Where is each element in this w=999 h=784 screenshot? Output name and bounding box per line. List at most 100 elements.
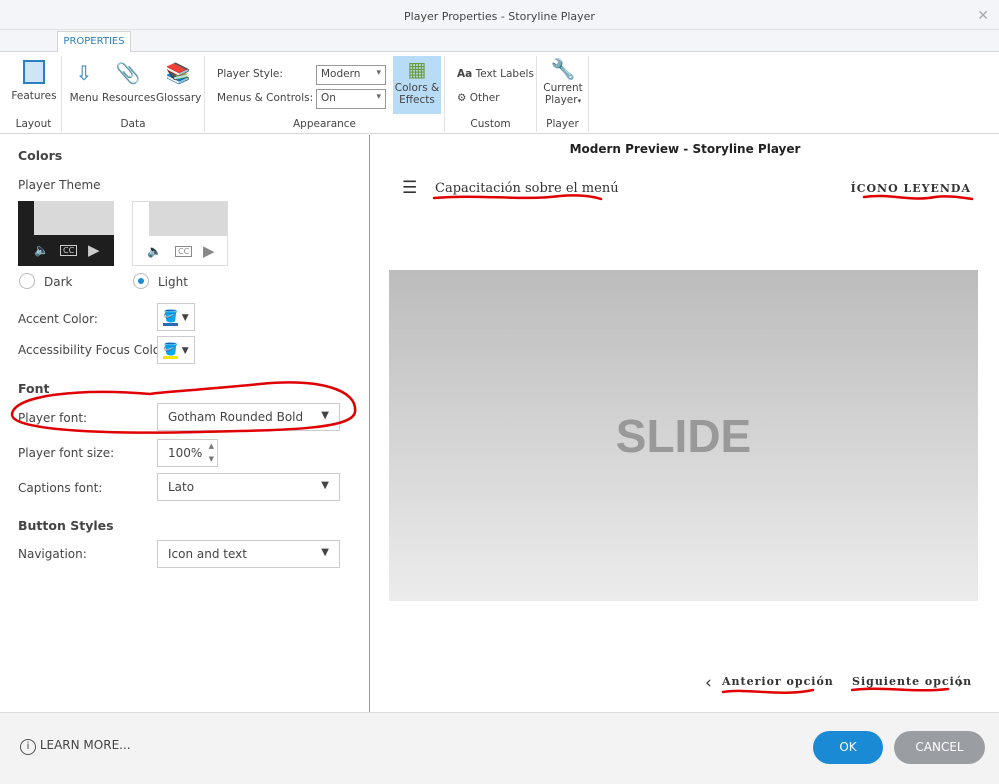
- dark-theme-thumbnail[interactable]: 🔈 CC ▶: [18, 201, 114, 266]
- current-label: Current: [543, 82, 583, 94]
- group-player: 🔧 Current Player▾ Player: [537, 56, 589, 132]
- hamburger-icon[interactable]: ☰: [402, 178, 417, 198]
- volume-icon: 🔈: [147, 244, 162, 258]
- player-style-select[interactable]: Modern: [316, 65, 386, 85]
- group-label: Appearance: [292, 118, 357, 130]
- focus-color-label: Accessibility Focus Color:: [18, 343, 169, 357]
- next-button[interactable]: Siguiente opción: [852, 675, 972, 688]
- learn-more-label: LEARN MORE...: [39, 738, 131, 752]
- menu-icon: ⇩: [75, 61, 93, 85]
- light-theme-thumbnail[interactable]: 🔈 CC ▶: [132, 201, 228, 266]
- text-labels-label: Text Labels: [475, 68, 534, 80]
- paint-bucket-icon: 🪣: [163, 342, 178, 359]
- effects-label: Effects: [399, 94, 435, 106]
- paperclip-icon: 📎: [115, 61, 141, 85]
- resources-label: Resources: [102, 92, 156, 104]
- slide-area: SLIDE: [389, 270, 978, 601]
- font-size-value: 100%: [168, 446, 203, 460]
- chevron-down-icon: ▼: [321, 547, 329, 558]
- glossary-label: Glossary: [156, 92, 202, 104]
- focus-color-picker[interactable]: 🪣 ▼: [157, 336, 195, 364]
- features-label: Features: [11, 90, 57, 102]
- navigation-dropdown[interactable]: Icon and text ▼: [157, 540, 340, 568]
- current-player-button[interactable]: 🔧 Current Player▾: [539, 56, 587, 106]
- stepper-arrows-icon[interactable]: ▲ ▼: [209, 440, 214, 466]
- group-appearance: Player Style: Modern Menus & Controls: O…: [205, 56, 445, 132]
- colors-effects-button[interactable]: ▦ Colors & Effects: [393, 56, 441, 114]
- chevron-left-icon[interactable]: ‹: [705, 673, 712, 693]
- player-label: Player: [544, 94, 578, 106]
- menu-label: Menu: [69, 92, 99, 104]
- chevron-right-icon[interactable]: ›: [957, 673, 964, 693]
- color-palette-icon: ▦: [407, 57, 427, 81]
- group-label: Layout: [15, 118, 52, 130]
- light-label: Light: [158, 275, 188, 289]
- button-styles-heading: Button Styles: [18, 518, 114, 533]
- font-size-label: Player font size:: [18, 446, 115, 460]
- dark-label: Dark: [44, 275, 73, 289]
- accent-color-picker[interactable]: 🪣 ▼: [157, 303, 195, 331]
- font-size-stepper[interactable]: 100% ▲ ▼: [157, 439, 218, 467]
- navigation-value: Icon and text: [168, 547, 247, 561]
- captions-font-value: Lato: [168, 480, 195, 494]
- tab-properties[interactable]: PROPERTIES: [57, 31, 131, 53]
- text-labels-icon: Aa: [457, 68, 473, 80]
- chevron-down-icon: ▼: [321, 480, 329, 491]
- play-icon: ▶: [88, 241, 100, 259]
- other-label: Other: [469, 92, 500, 104]
- slide-label: SLIDE: [615, 409, 752, 462]
- player-style-label: Player Style:: [217, 68, 283, 80]
- resources-button[interactable]: 📎 Resources: [102, 60, 156, 104]
- legend-button[interactable]: ÍCONO LEYENDA: [851, 182, 971, 195]
- course-title: Capacitación sobre el menú: [435, 181, 619, 196]
- group-label: Player: [546, 118, 579, 130]
- volume-icon: 🔈: [34, 243, 49, 257]
- player-wrench-icon: 🔧: [550, 57, 576, 81]
- chevron-down-icon: ▼: [321, 410, 329, 421]
- group-custom: Aa Text Labels ⚙ Other Custom: [445, 56, 537, 132]
- preview-heading: Modern Preview - Storyline Player: [569, 142, 801, 156]
- light-radio[interactable]: [133, 273, 149, 289]
- menus-controls-select[interactable]: On: [316, 89, 386, 109]
- preview-panel: Modern Preview - Storyline Player ☰ Capa…: [371, 135, 999, 712]
- play-icon: ▶: [203, 242, 215, 260]
- group-label: Custom: [470, 118, 511, 130]
- glossary-button[interactable]: 📚 Glossary: [156, 60, 202, 104]
- features-button[interactable]: Features: [10, 60, 58, 102]
- info-icon: i: [20, 739, 36, 755]
- tab-row: [0, 30, 999, 52]
- glossary-icon: 📚: [165, 61, 191, 85]
- settings-panel: Colors Player Theme 🔈 CC ▶ 🔈 CC ▶ Dark L…: [0, 135, 370, 712]
- ok-button[interactable]: OK: [813, 731, 883, 764]
- dark-radio[interactable]: [19, 273, 35, 289]
- text-labels-button[interactable]: Aa Text Labels: [457, 68, 534, 80]
- player-font-value: Gotham Rounded Bold: [168, 410, 304, 424]
- gear-icon: ⚙: [457, 92, 467, 104]
- font-heading: Font: [18, 381, 50, 396]
- paint-bucket-icon: 🪣: [163, 309, 178, 326]
- colors-heading: Colors: [18, 148, 63, 163]
- colors-label: Colors &: [394, 82, 440, 94]
- group-label: Data: [120, 118, 146, 130]
- captions-font-dropdown[interactable]: Lato ▼: [157, 473, 340, 501]
- ribbon: Features Layout ⇩ Menu 📎 Resources 📚 Glossa…: [0, 52, 999, 134]
- features-icon: [23, 60, 45, 84]
- menu-button[interactable]: ⇩ Menu: [66, 60, 102, 104]
- accent-color-label: Accent Color:: [18, 312, 98, 326]
- close-icon[interactable]: ✕: [977, 8, 989, 24]
- captions-font-label: Captions font:: [18, 481, 103, 495]
- prev-button[interactable]: Anterior opción: [722, 675, 834, 688]
- player-font-label: Player font:: [18, 411, 88, 425]
- group-layout: Features Layout: [6, 56, 62, 132]
- footer: i LEARN MORE... OK CANCEL: [0, 712, 999, 784]
- player-font-dropdown[interactable]: Gotham Rounded Bold ▼: [157, 403, 340, 431]
- chevron-down-icon: ▾: [577, 97, 582, 105]
- cancel-button[interactable]: CANCEL: [894, 731, 985, 764]
- other-button[interactable]: ⚙ Other: [457, 92, 500, 104]
- menus-controls-label: Menus & Controls:: [217, 92, 314, 104]
- cc-icon: CC: [175, 246, 193, 257]
- learn-more-link[interactable]: i LEARN MORE...: [20, 738, 131, 755]
- player-theme-label: Player Theme: [18, 178, 101, 192]
- navigation-label: Navigation:: [18, 547, 87, 561]
- cc-icon: CC: [60, 245, 78, 256]
